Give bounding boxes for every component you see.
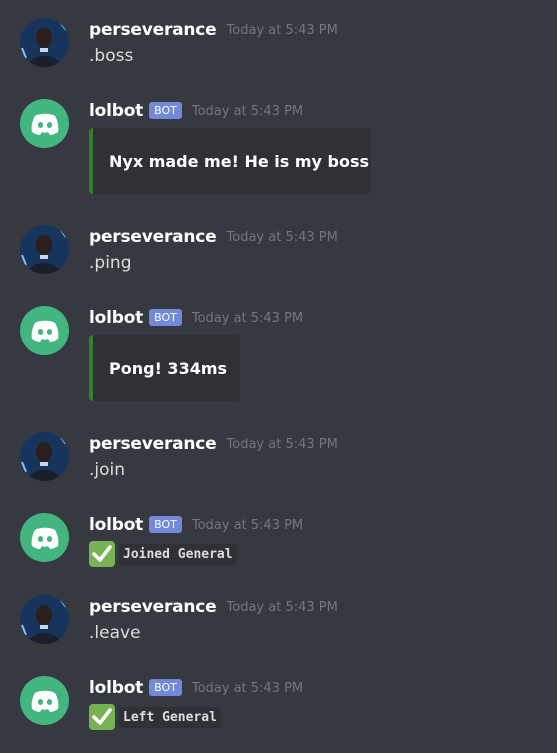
message-text: .ping (89, 253, 132, 273)
timestamp: Today at 5:43 PM (226, 599, 338, 615)
message-text: .join (89, 460, 126, 480)
message-header: perseverance Today at 5:43 PM (89, 432, 338, 456)
discord-logo-icon (31, 527, 58, 549)
embed: Pong! 334ms (89, 335, 240, 401)
message-content: Left General (89, 704, 221, 730)
discord-logo-icon (31, 320, 58, 342)
message-header: lolbot BOT Today at 5:43 PM (89, 513, 303, 537)
avatar[interactable] (20, 595, 69, 644)
username[interactable]: lolbot (89, 101, 143, 121)
timestamp: Today at 5:43 PM (191, 310, 304, 326)
inline-code: Joined General (119, 543, 237, 565)
bot-tag-badge: BOT (149, 678, 182, 696)
inline-code: Left General (119, 706, 221, 728)
bot-tag-badge: BOT (149, 308, 182, 326)
username[interactable]: lolbot (89, 515, 143, 535)
username[interactable]: perseverance (89, 20, 217, 40)
check-mark-icon (89, 541, 115, 567)
message-header: perseverance Today at 5:43 PM (89, 18, 338, 42)
user-avatar-image (20, 225, 69, 274)
avatar[interactable] (20, 513, 69, 562)
message-header: perseverance Today at 5:43 PM (89, 595, 338, 619)
message-header: perseverance Today at 5:43 PM (89, 225, 338, 249)
timestamp: Today at 5:43 PM (191, 103, 304, 119)
message-content: Joined General (89, 541, 237, 567)
user-avatar-image (20, 432, 69, 481)
username[interactable]: lolbot (89, 308, 143, 328)
bot-tag-badge: BOT (149, 101, 182, 119)
user-avatar-image (20, 595, 69, 644)
username[interactable]: perseverance (89, 434, 217, 454)
embed: Nyx made me! He is my boss (89, 128, 371, 194)
username[interactable]: perseverance (89, 227, 217, 247)
timestamp: Today at 5:43 PM (226, 229, 338, 245)
timestamp: Today at 5:43 PM (191, 517, 304, 533)
username[interactable]: perseverance (89, 597, 217, 617)
discord-logo-icon (31, 690, 58, 712)
avatar[interactable] (20, 432, 69, 481)
avatar[interactable] (20, 306, 69, 355)
avatar[interactable] (20, 676, 69, 725)
embed-text: Nyx made me! He is my boss (109, 151, 369, 171)
message-header: lolbot BOT Today at 5:43 PM (89, 676, 303, 700)
avatar[interactable] (20, 225, 69, 274)
message-text: .boss (89, 46, 134, 66)
message-header: lolbot BOT Today at 5:43 PM (89, 306, 303, 330)
embed-text: Pong! 334ms (109, 358, 228, 378)
user-avatar-image (20, 18, 69, 67)
avatar[interactable] (20, 99, 69, 148)
bot-tag-badge: BOT (149, 515, 182, 533)
timestamp: Today at 5:43 PM (191, 680, 304, 696)
avatar[interactable] (20, 18, 69, 67)
chat-message-list: perseverance Today at 5:43 PM .boss lolb… (0, 0, 557, 753)
discord-logo-icon (31, 113, 58, 135)
timestamp: Today at 5:43 PM (226, 22, 338, 38)
timestamp: Today at 5:43 PM (226, 436, 338, 452)
check-mark-icon (89, 704, 115, 730)
message-header: lolbot BOT Today at 5:43 PM (89, 99, 303, 123)
message-text: .leave (89, 623, 141, 643)
username[interactable]: lolbot (89, 678, 143, 698)
